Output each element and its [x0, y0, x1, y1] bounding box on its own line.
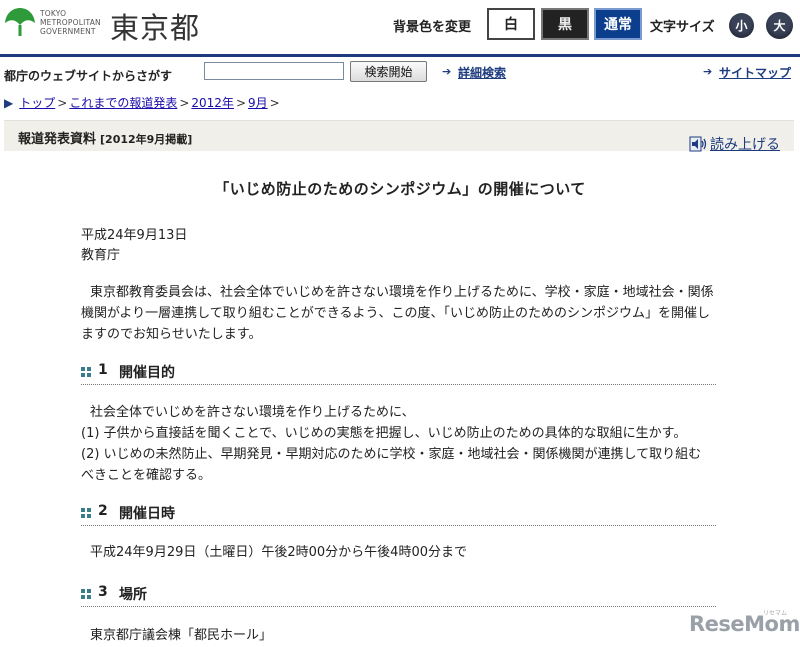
bg-normal-button[interactable]: 通常 — [594, 8, 642, 40]
search-input[interactable] — [204, 62, 344, 80]
breadcrumb-top[interactable]: トップ — [19, 94, 55, 111]
breadcrumb-separator: > — [179, 95, 190, 110]
read-aloud-button[interactable]: 読み上げる — [689, 134, 780, 154]
venue-text: 東京都庁議会棟「都民ホール」 — [90, 628, 273, 643]
font-small-button[interactable]: 小 — [729, 13, 754, 38]
article-date: 平成24年9月13日 — [81, 228, 188, 243]
breadcrumb-year[interactable]: 2012年 — [191, 94, 234, 111]
read-aloud-label: 読み上げる — [710, 137, 780, 153]
band-subtitle: [2012年9月掲載] — [100, 133, 193, 146]
resemom-watermark-kana: リセマム — [763, 610, 788, 617]
section-heading-datetime: 2 開催日時 — [81, 501, 716, 526]
band-title-text: 報道発表資料 — [18, 132, 97, 147]
article-title: 「いじめ防止のためのシンポジウム」の開催について — [214, 180, 586, 198]
section-heading-purpose: 1 開催目的 — [81, 360, 716, 385]
breadcrumb: ▶ トップ > これまでの報道発表 > 2012年 > 9月 > — [4, 94, 282, 111]
ginkgo-logo-icon — [5, 8, 35, 36]
logo-japanese-text: 東京都 — [110, 11, 201, 45]
section-title: 開催目的 — [119, 365, 175, 381]
band-title: 報道発表資料 [2012年9月掲載] — [18, 128, 192, 147]
schedule-text: 平成24年9月29日（土曜日）午後2時00分から午後4時00分まで — [90, 545, 467, 560]
bg-color-label: 背景色を変更 — [393, 20, 472, 35]
font-large-button[interactable]: 大 — [766, 12, 793, 39]
section-band: 報道発表資料 [2012年9月掲載] — [4, 120, 794, 151]
article-department: 教育庁 — [81, 248, 121, 263]
purpose-line: (2) いじめの未然防止、早期発見・早期対応のために学校・家庭・地域社会・関係機… — [81, 447, 702, 483]
breadcrumb-separator: > — [269, 95, 280, 110]
section-bullet-icon — [81, 367, 92, 378]
purpose-line: (1) 子供から直接話を聞くことで、いじめの実態を把握し、いじめ防止のための具体… — [81, 426, 687, 441]
section-title: 場所 — [119, 587, 147, 603]
section-number: 1 — [98, 362, 108, 378]
search-label: 都庁のウェブサイトからさがす — [4, 69, 173, 83]
font-size-label: 文字サイズ — [650, 20, 715, 35]
breadcrumb-press-releases[interactable]: これまでの報道発表 — [69, 94, 177, 111]
site-header: TOKYO METROPOLITAN GOVERNMENT 東京都 背景色を変更… — [0, 0, 800, 54]
sitemap-link[interactable]: サイトマップ — [719, 64, 791, 81]
breadcrumb-separator: > — [235, 95, 246, 110]
section-bullet-icon — [81, 589, 92, 600]
section-bullet-icon — [81, 508, 92, 519]
breadcrumb-month[interactable]: 9月 — [248, 94, 268, 111]
speaker-icon — [689, 136, 707, 152]
purpose-body: 社会全体でいじめを許さない環境を作り上げるために、 (1) 子供から直接話を聞く… — [81, 402, 721, 486]
search-button[interactable]: 検索開始 — [350, 61, 427, 82]
advanced-search-link[interactable]: 詳細検索 — [458, 64, 506, 81]
logo-english-text: TOKYO METROPOLITAN GOVERNMENT — [40, 9, 101, 36]
section-number: 3 — [98, 584, 108, 600]
arrow-right-icon: ➔ — [442, 65, 452, 78]
section-title: 開催日時 — [119, 506, 175, 522]
triangle-right-icon: ▶ — [4, 95, 14, 110]
breadcrumb-separator: > — [57, 95, 68, 110]
bg-white-button[interactable]: 白 — [487, 8, 535, 40]
tokyo-logo[interactable]: TOKYO METROPOLITAN GOVERNMENT 東京都 — [4, 6, 214, 45]
article-intro: 東京都教育委員会は、社会全体でいじめを許さない環境を作り上げるために、学校・家庭… — [81, 285, 714, 342]
arrow-right-icon: ➔ — [703, 65, 713, 78]
header-divider — [0, 54, 800, 57]
section-heading-venue: 3 場所 — [81, 582, 716, 607]
purpose-line: 社会全体でいじめを許さない環境を作り上げるために、 — [90, 405, 415, 420]
section-number: 2 — [98, 503, 108, 519]
bg-black-button[interactable]: 黒 — [541, 8, 589, 40]
